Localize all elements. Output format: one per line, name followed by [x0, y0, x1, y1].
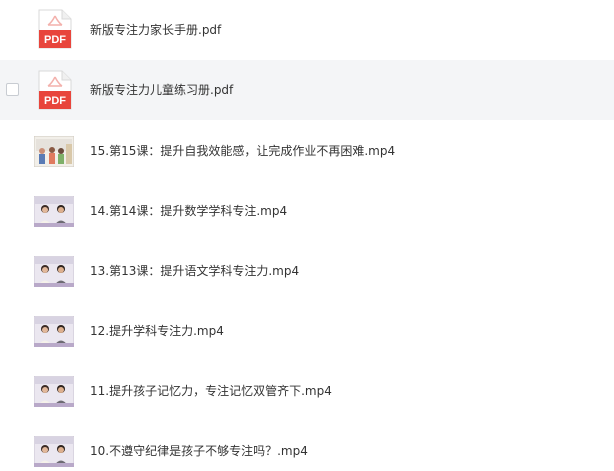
select-checkbox[interactable]	[6, 83, 19, 96]
file-name[interactable]: 新版专注力家长手册.pdf	[90, 23, 221, 37]
pdf-icon: PDF	[38, 70, 72, 110]
video-thumbnail-icon	[34, 436, 74, 467]
file-name[interactable]: 10.不遵守纪律是孩子不够专注吗？.mp4	[90, 444, 308, 458]
video-thumbnail-icon	[34, 196, 74, 227]
file-row[interactable]: 15.第15课：提升自我效能感，让完成作业不再困难.mp4	[0, 120, 614, 180]
pdf-label: PDF	[44, 34, 66, 46]
file-name[interactable]: 13.第13课：提升语文学科专注力.mp4	[90, 264, 299, 278]
file-row[interactable]: 14.第14课：提升数学学科专注.mp4	[0, 180, 614, 240]
file-row[interactable]: PDF 新版专注力家长手册.pdf	[0, 0, 614, 60]
file-name[interactable]: 12.提升学科专注力.mp4	[90, 324, 224, 338]
file-row[interactable]: 13.第13课：提升语文学科专注力.mp4	[0, 240, 614, 300]
file-row[interactable]: 11.提升孩子记忆力，专注记忆双管齐下.mp4	[0, 360, 614, 420]
file-row[interactable]: 12.提升学科专注力.mp4	[0, 300, 614, 360]
file-name[interactable]: 14.第14课：提升数学学科专注.mp4	[90, 204, 287, 218]
video-thumbnail-icon	[34, 256, 74, 287]
file-name[interactable]: 11.提升孩子记忆力，专注记忆双管齐下.mp4	[90, 384, 332, 398]
file-row[interactable]: 10.不遵守纪律是孩子不够专注吗？.mp4	[0, 420, 614, 471]
video-thumbnail-icon	[34, 136, 74, 167]
file-list: PDF 新版专注力家长手册.pdf PDF 新版专注力儿童练习册.pdf 15.…	[0, 0, 614, 471]
video-thumbnail-icon	[34, 316, 74, 347]
file-name[interactable]: 新版专注力儿童练习册.pdf	[90, 83, 233, 97]
file-name[interactable]: 15.第15课：提升自我效能感，让完成作业不再困难.mp4	[90, 144, 395, 158]
pdf-label: PDF	[44, 95, 66, 107]
file-row[interactable]: PDF 新版专注力儿童练习册.pdf	[0, 60, 614, 120]
pdf-icon: PDF	[38, 9, 72, 49]
video-thumbnail-icon	[34, 376, 74, 407]
